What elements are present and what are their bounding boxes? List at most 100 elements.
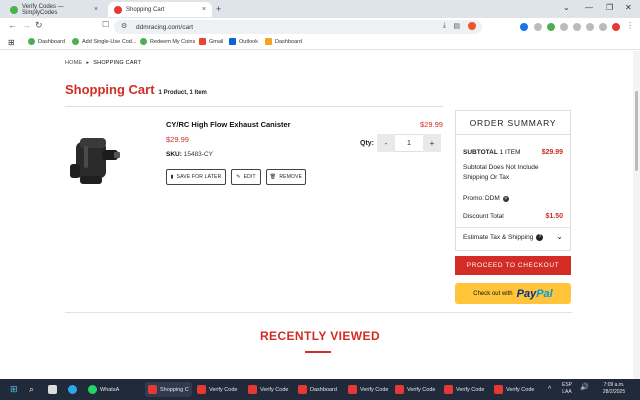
apps-grid-icon[interactable]: ⊞ bbox=[8, 38, 15, 47]
product-image[interactable] bbox=[66, 128, 124, 190]
close-icon[interactable]: × bbox=[94, 6, 98, 13]
new-tab-icon[interactable]: + bbox=[216, 4, 221, 14]
bookmark-add-code[interactable]: Add Single-Use Cod... bbox=[72, 38, 136, 45]
chevron-up-icon[interactable]: ^ bbox=[548, 382, 551, 397]
windows-start-icon[interactable]: ⊞ bbox=[10, 382, 18, 397]
line-total: $29.99 bbox=[420, 120, 443, 129]
tab-verify-codes[interactable]: Verify Codes — SimplyCodes × bbox=[4, 2, 104, 17]
qty-input[interactable]: 1 bbox=[395, 134, 423, 152]
browser-icon bbox=[148, 385, 157, 394]
bookmark-outlook[interactable]: Outlook bbox=[229, 38, 258, 45]
taskbar-app[interactable]: Dashboard bbox=[298, 382, 337, 397]
tab-label: Verify Codes — SimplyCodes bbox=[22, 3, 64, 16]
promo-code: DDM bbox=[484, 195, 500, 202]
discount-label: Discount Total bbox=[463, 213, 504, 220]
paypal-checkout-button[interactable]: Check out with PayPal bbox=[455, 283, 571, 304]
heading-underline bbox=[305, 351, 331, 353]
qty-minus-button[interactable]: - bbox=[377, 134, 395, 152]
extensions-icon[interactable] bbox=[599, 23, 607, 31]
help-icon[interactable]: ? bbox=[536, 234, 544, 241]
remove-promo-icon[interactable]: × bbox=[502, 195, 509, 202]
bookmark-page-icon[interactable]: ☐ bbox=[102, 20, 109, 29]
extension-icon[interactable] bbox=[547, 23, 555, 31]
product-price: $29.99 bbox=[166, 135, 189, 144]
scrollbar-thumb[interactable] bbox=[635, 91, 638, 171]
breadcrumb-home[interactable]: HOME bbox=[65, 60, 82, 66]
bookmark-dashboard-2[interactable]: Dashboard bbox=[265, 38, 302, 45]
window-close-icon[interactable]: ✕ bbox=[625, 3, 632, 12]
divider bbox=[456, 227, 570, 228]
product-sku: SKU: 15483-CY bbox=[166, 151, 213, 158]
product-name[interactable]: CY/RC High Flow Exhaust Canister bbox=[166, 120, 291, 129]
paypal-logo: PayPal bbox=[516, 287, 553, 300]
discount-value: $1.50 bbox=[545, 213, 563, 220]
extension-icon[interactable] bbox=[534, 23, 542, 31]
close-icon[interactable]: × bbox=[202, 6, 206, 13]
tab-label: Shopping Cart bbox=[126, 6, 165, 13]
down-chevron-icon[interactable]: ⌄ bbox=[563, 3, 570, 12]
page-heading: Shopping Cart 1 Product, 1 Item bbox=[65, 82, 207, 97]
extension-icon[interactable] bbox=[560, 23, 568, 31]
bookmark-redeem[interactable]: Redeem My Coins bbox=[140, 38, 195, 45]
page-content: HOME ▸ SHOPPING CART Shopping Cart 1 Pro… bbox=[0, 51, 640, 379]
taskbar-app[interactable]: Verify Code bbox=[444, 382, 484, 397]
bookmark-gmail[interactable]: Gmail bbox=[199, 38, 223, 45]
bookmark-icon bbox=[28, 38, 35, 45]
telegram-icon[interactable] bbox=[68, 382, 80, 397]
task-view-icon[interactable] bbox=[48, 382, 60, 397]
back-icon[interactable]: ← bbox=[8, 20, 17, 30]
recently-viewed-heading: RECENTLY VIEWED bbox=[259, 329, 381, 343]
menu-kebab-icon[interactable]: ⋮ bbox=[626, 21, 634, 30]
minimize-icon[interactable]: — bbox=[585, 3, 593, 12]
subtotal-label: SUBTOTAL 1 ITEM bbox=[463, 149, 521, 156]
bookmark-dashboard[interactable]: Dashboard bbox=[28, 38, 65, 45]
downloads-icon[interactable] bbox=[586, 23, 594, 31]
quantity-stepper: - 1 + bbox=[377, 134, 441, 152]
taskbar-app[interactable]: Verify Code bbox=[248, 382, 288, 397]
language-indicator[interactable]: ESP LAA bbox=[562, 382, 572, 396]
divider bbox=[65, 106, 443, 107]
proceed-to-checkout-button[interactable]: PROCEED TO CHECKOUT bbox=[455, 256, 571, 275]
profile-avatar-icon[interactable] bbox=[612, 23, 620, 31]
browser-icon bbox=[248, 385, 257, 394]
cart-count: 1 Product, 1 Item bbox=[158, 90, 207, 96]
browser-icon bbox=[348, 385, 357, 394]
volume-icon[interactable]: 🔊 bbox=[580, 384, 589, 391]
divider bbox=[65, 312, 572, 313]
install-icon[interactable]: ⤓ bbox=[443, 22, 446, 30]
reader-icon[interactable]: ▤ bbox=[453, 22, 460, 30]
chevron-down-icon[interactable]: ⌄ bbox=[556, 232, 563, 241]
browser-icon bbox=[395, 385, 404, 394]
sidebar-icon[interactable] bbox=[573, 23, 581, 31]
bookmark-icon: ▮ bbox=[170, 174, 174, 180]
taskbar-app[interactable]: Verify Code bbox=[395, 382, 435, 397]
gmail-icon bbox=[199, 38, 206, 45]
reload-icon[interactable]: ↻ bbox=[35, 20, 43, 31]
save-for-later-button[interactable]: ▮ SAVE FOR LATER bbox=[166, 169, 226, 185]
restore-icon[interactable]: ❐ bbox=[606, 3, 613, 12]
edit-button[interactable]: ✎ EDIT bbox=[231, 169, 261, 185]
ddm-favicon-icon bbox=[114, 5, 122, 14]
taskbar-app[interactable]: WhatsA bbox=[88, 382, 119, 397]
forward-icon[interactable]: → bbox=[22, 20, 31, 30]
tab-shopping-cart[interactable]: Shopping Cart × bbox=[108, 2, 212, 17]
extension-icon[interactable] bbox=[520, 23, 528, 31]
remove-button[interactable]: 🗑 REMOVE bbox=[266, 169, 306, 185]
extension-badge-icon[interactable] bbox=[468, 22, 476, 30]
site-settings-icon[interactable]: ⚙ bbox=[121, 22, 127, 30]
order-summary-title: ORDER SUMMARY bbox=[456, 111, 570, 135]
taskbar-app[interactable]: Verify Code bbox=[348, 382, 388, 397]
taskbar-app[interactable]: Shopping C bbox=[145, 382, 192, 397]
taskbar-app[interactable]: Verify Code bbox=[494, 382, 534, 397]
pencil-icon: ✎ bbox=[236, 174, 241, 180]
qty-plus-button[interactable]: + bbox=[423, 134, 441, 152]
estimate-tax-shipping-toggle[interactable]: Estimate Tax & Shipping ? bbox=[463, 234, 544, 241]
breadcrumb-current: SHOPPING CART bbox=[93, 60, 142, 66]
search-icon[interactable]: ⌕ bbox=[29, 382, 34, 397]
clock[interactable]: 7:09 a.m. 28/2/2025 bbox=[592, 382, 636, 396]
url-text: ddmracing.com/cart bbox=[136, 23, 194, 31]
taskbar-app[interactable]: Verify Code bbox=[197, 382, 237, 397]
address-bar[interactable]: ⚙ ddmracing.com/cart ⤓ ▤ ☆ bbox=[114, 20, 482, 34]
bookmark-icon bbox=[265, 38, 272, 45]
browser-icon bbox=[197, 385, 206, 394]
